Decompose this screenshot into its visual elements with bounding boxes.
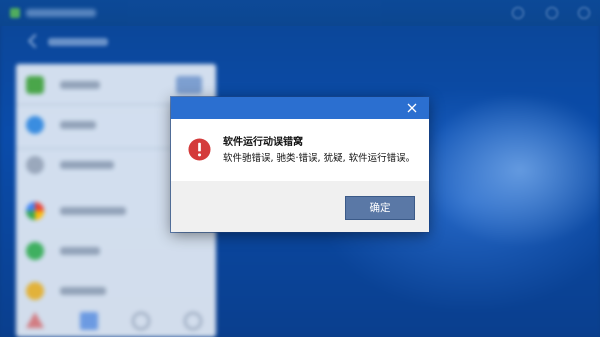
dialog-message: 软件驰错误, 驰类·错误, 犹疑, 软件运行错误。	[223, 153, 416, 164]
panel-row	[26, 276, 206, 308]
panel-row-text	[60, 207, 126, 215]
background-taskbar-icons	[18, 306, 218, 337]
background-subbar	[0, 30, 220, 54]
close-button[interactable]	[395, 97, 429, 119]
dialog-footer: 确定	[171, 181, 429, 232]
dialog-body: 软件运行动误错窝 软件驰错误, 驰类·错误, 犹疑, 软件运行错误。	[171, 119, 429, 181]
app-logo-icon	[10, 8, 20, 18]
panel-app-icon	[26, 282, 44, 300]
user-icon	[578, 7, 590, 19]
panel-row-text	[60, 247, 100, 255]
panel-row-text	[60, 81, 100, 89]
panel-row	[26, 236, 206, 268]
ok-button[interactable]: 确定	[345, 196, 415, 220]
edit-icon	[512, 7, 524, 19]
panel-app-icon	[26, 76, 44, 94]
error-icon	[188, 138, 211, 161]
dialog-title: 软件运行动误错窝	[223, 137, 303, 148]
back-arrow-icon	[27, 33, 43, 49]
clock-icon	[132, 312, 150, 330]
gear-icon	[184, 312, 202, 330]
background-app-header	[0, 0, 600, 26]
panel-row-text	[60, 161, 114, 169]
panel-app-icon	[26, 156, 44, 174]
settings-icon	[546, 7, 558, 19]
panel-badge-icon	[176, 76, 202, 94]
panel-app-icon	[26, 202, 44, 220]
app-brand-blurred	[26, 9, 96, 17]
panel-row-text	[60, 287, 106, 295]
error-dialog: 软件运行动误错窝 软件驰错误, 驰类·错误, 犹疑, 软件运行错误。 确定	[171, 97, 429, 232]
close-icon	[407, 103, 417, 113]
panel-app-icon	[26, 242, 44, 260]
panel-row-text	[60, 121, 96, 129]
windows-icon	[80, 312, 98, 330]
dialog-titlebar	[171, 97, 429, 119]
warning-icon	[26, 312, 44, 328]
panel-app-icon	[26, 116, 44, 134]
subbar-text-blurred	[48, 38, 108, 46]
